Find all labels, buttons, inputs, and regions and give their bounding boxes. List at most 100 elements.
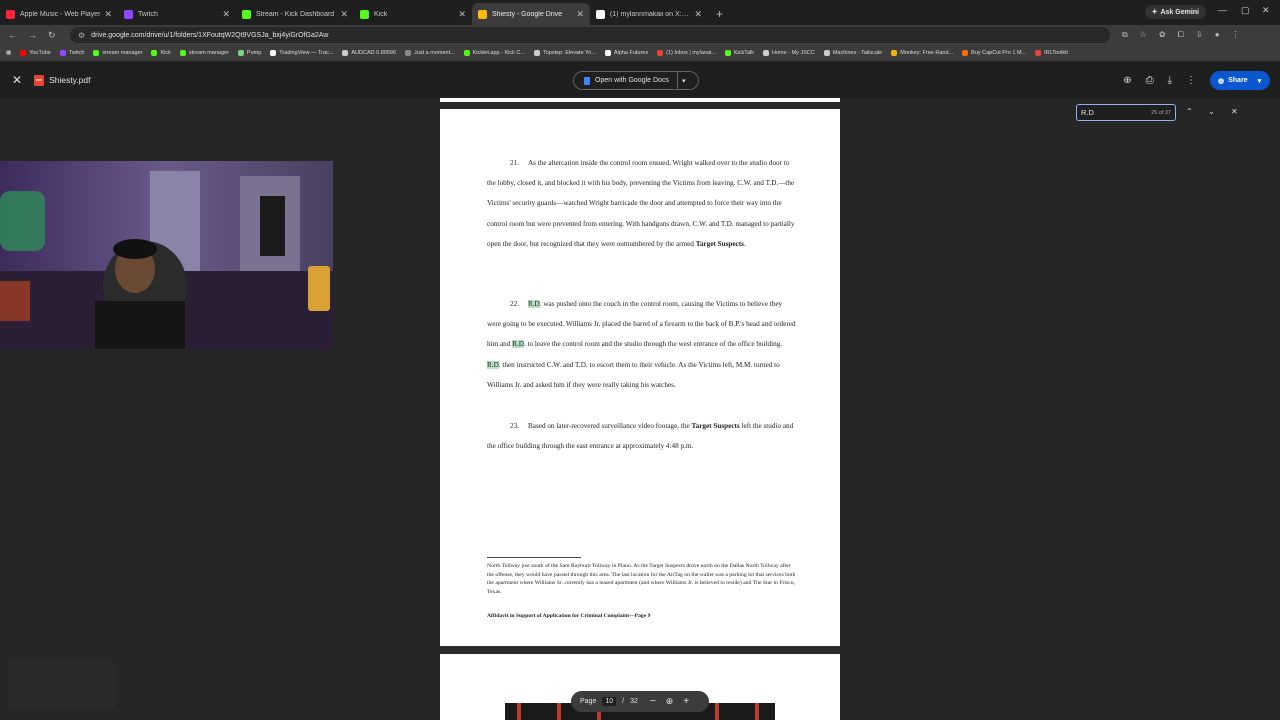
menu-icon[interactable]: ⋮ <box>1232 30 1240 40</box>
browser-tab[interactable]: (1) mylannmakaii on X: "????? h✕ <box>590 3 708 25</box>
bookmark-item[interactable]: AUDCAD 0.89596 <box>342 50 396 56</box>
bookmark-favicon-icon <box>463 50 470 56</box>
find-close-icon[interactable]: ✕ <box>1231 107 1238 116</box>
bookmark-item[interactable]: Monkey: Free Rand... <box>891 50 953 56</box>
bookmark-item[interactable]: YouTube <box>20 50 51 56</box>
maximize-icon[interactable]: ▢ <box>1241 5 1250 16</box>
tab-favicon-icon <box>596 9 605 19</box>
tab-close-icon[interactable]: ✕ <box>340 9 348 20</box>
search-highlight: R.D <box>512 340 524 349</box>
download-icon[interactable]: ⤓ <box>1168 75 1172 86</box>
tab-favicon-icon <box>6 9 15 19</box>
new-tab-button[interactable]: + <box>708 7 731 25</box>
browser-tab[interactable]: Kick ✕ <box>354 3 472 25</box>
zoom-out-icon[interactable]: − <box>650 696 656 707</box>
bookmark-item[interactable]: Buy CapCut Pro 1 M... <box>962 50 1026 56</box>
tab-close-icon[interactable]: ✕ <box>694 9 702 20</box>
footnote-rule <box>487 557 581 558</box>
add-shortcut-icon[interactable]: ⊕ <box>1123 75 1131 86</box>
find-in-document-box[interactable]: R.D 25 of 37 <box>1076 104 1176 121</box>
browser-tab[interactable]: Apple Music - Web Player ✕ <box>0 3 118 25</box>
find-match-count: 25 of 37 <box>1151 109 1171 116</box>
url-bar[interactable]: ⚙ drive.google.com/drive/u/1/folders/1XFo… <box>70 27 1110 43</box>
ask-gemini-button[interactable]: ✦ Ask Gemini <box>1144 5 1206 19</box>
bookmark-favicon-icon <box>342 50 349 56</box>
search-highlight: R.D <box>487 360 499 369</box>
bookmark-item[interactable]: stream manager <box>179 50 229 56</box>
forward-icon[interactable]: → <box>28 30 40 40</box>
close-viewer-icon[interactable]: ✕ <box>12 73 22 87</box>
chevron-down-icon[interactable]: ▾ <box>682 77 686 85</box>
tab-close-icon[interactable]: ✕ <box>458 9 466 20</box>
bookmark-item[interactable]: Kick <box>151 50 171 56</box>
bookmark-star-icon[interactable]: ☆ <box>1140 30 1147 40</box>
site-info-icon[interactable]: ⚙ <box>78 31 85 40</box>
paragraph-21: 21. As the altercation inside the contro… <box>487 159 795 248</box>
close-window-icon[interactable]: ✕ <box>1262 5 1270 16</box>
bookmark-favicon-icon <box>405 50 412 56</box>
browser-tab[interactable]: Shiesty - Google Drive ✕ <box>472 3 590 25</box>
bookmark-favicon-icon <box>962 50 969 56</box>
reload-icon[interactable]: ↻ <box>48 30 60 41</box>
find-input[interactable]: R.D <box>1081 108 1151 117</box>
bookmark-item[interactable]: Alpha Futures <box>604 50 648 56</box>
tab-favicon-icon <box>360 9 369 19</box>
bookmark-item[interactable]: TradingView — Trac... <box>270 50 333 56</box>
bookmark-favicon-icon <box>823 50 830 56</box>
bookmark-favicon-icon <box>93 50 100 56</box>
bookmark-item[interactable]: stream manager <box>93 50 142 56</box>
extensions-puzzle-icon[interactable]: ⧠ <box>1178 30 1184 40</box>
page-controls: Page 10 / 32 − ⊕ + <box>571 691 709 712</box>
globe-icon: ◍ <box>1218 77 1225 85</box>
bookmark-favicon-icon <box>533 50 540 56</box>
paragraph-23: 23. Based on later-recovered surveillanc… <box>487 422 794 451</box>
more-options-icon[interactable]: ⋮ <box>1186 75 1196 86</box>
drive-background-right <box>840 98 1280 720</box>
bookmark-favicon-icon <box>1035 50 1042 56</box>
bookmark-item[interactable]: (1) Inbox | mylanai... <box>657 50 716 56</box>
tab-close-icon[interactable]: ✕ <box>222 9 230 20</box>
bookmark-item[interactable]: Home - My JSCC <box>763 50 815 56</box>
gemini-icon: ✦ <box>1151 9 1158 16</box>
chevron-down-icon[interactable]: ▾ <box>1258 77 1262 85</box>
open-with-google-docs-button[interactable]: Open with Google Docs ▾ <box>573 71 699 90</box>
bookmark-item[interactable]: IRLToolkit <box>1035 50 1068 56</box>
total-pages: 32 <box>630 698 638 705</box>
back-icon[interactable]: ← <box>8 30 20 40</box>
file-name: Shiesty.pdf <box>49 75 91 85</box>
profile-avatar[interactable]: ● <box>1215 30 1220 40</box>
find-previous-icon[interactable]: ⌃ <box>1186 107 1193 116</box>
tab-close-icon[interactable]: ✕ <box>576 9 584 20</box>
bookmark-favicon-icon <box>604 50 611 56</box>
page-number-input[interactable]: 10 <box>602 697 617 706</box>
bookmark-favicon-icon <box>237 50 244 56</box>
minimize-icon[interactable]: — <box>1218 5 1227 15</box>
paragraph-22: 22. R.D. was pushed onto the couch in th… <box>487 300 796 389</box>
apps-grid-icon[interactable]: ▦ <box>6 50 11 56</box>
page-footer: Affidavit in Support of Application for … <box>487 613 651 619</box>
tab-favicon-icon <box>478 9 487 19</box>
bookmark-favicon-icon <box>763 50 770 56</box>
bookmark-item[interactable]: Machines - Tailscale <box>823 50 882 56</box>
zoom-icon[interactable]: ⊕ <box>666 696 674 707</box>
bookmark-item[interactable]: Kicklet.app - Kick C... <box>463 50 525 56</box>
find-next-icon[interactable]: ⌄ <box>1208 107 1215 116</box>
downloads-icon[interactable]: ⇩ <box>1196 30 1203 40</box>
bookmark-item[interactable]: KickTalk <box>724 50 754 56</box>
footnote: North Tollway just south of the Sam Rayb… <box>487 563 796 595</box>
previous-page-edge <box>440 98 840 102</box>
install-icon[interactable]: ⧉ <box>1122 30 1128 40</box>
print-icon[interactable]: ⎙ <box>1146 75 1154 86</box>
bookmark-item[interactable]: Just a moment... <box>405 50 455 56</box>
bookmark-item[interactable]: Twitch <box>59 50 84 56</box>
share-button[interactable]: ◍ Share ▾ <box>1210 71 1270 90</box>
bookmark-item[interactable]: Topstep: Elevate Yo... <box>533 50 596 56</box>
bookmark-favicon-icon <box>59 50 66 56</box>
address-bar-row: ← → ↻ ⚙ drive.google.com/drive/u/1/folder… <box>0 25 1280 45</box>
browser-tab[interactable]: Stream - Kick Dashboard ✕ <box>236 3 354 25</box>
zoom-in-icon[interactable]: + <box>683 696 689 707</box>
bookmark-item[interactable]: Pump <box>237 50 261 56</box>
extension-icon[interactable]: ✿ <box>1159 30 1166 40</box>
tab-close-icon[interactable]: ✕ <box>104 9 112 20</box>
browser-tab[interactable]: Twitch ✕ <box>118 3 236 25</box>
